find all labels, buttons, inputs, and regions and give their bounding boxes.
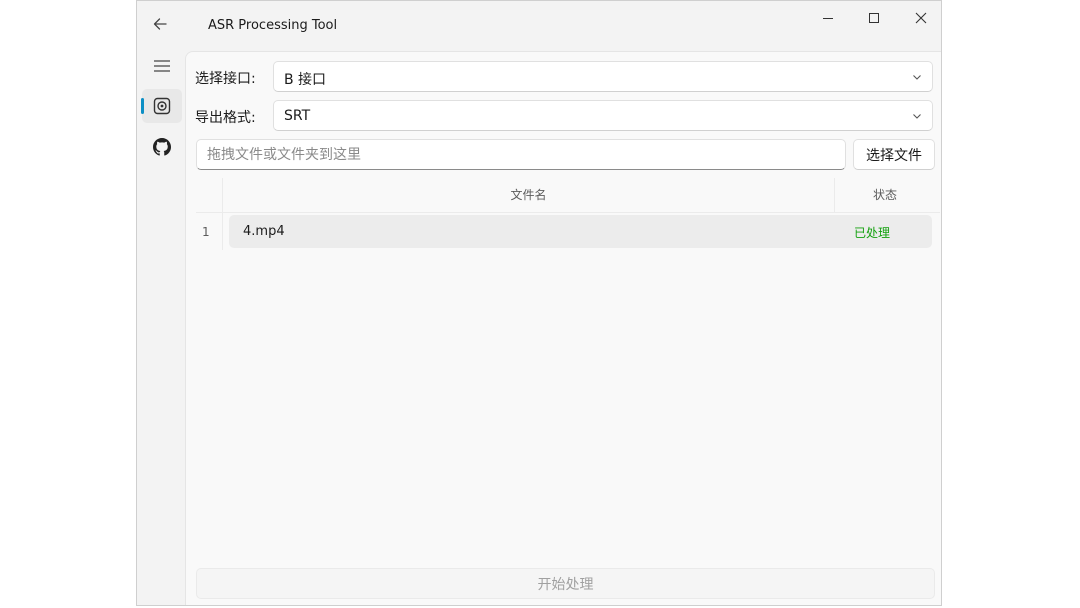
github-icon xyxy=(153,138,171,156)
table-row[interactable]: 4.mp4 已处理 xyxy=(229,215,932,248)
start-processing-button[interactable]: 开始处理 xyxy=(196,568,935,599)
nav-selection-indicator xyxy=(141,98,144,114)
row-index: 1 xyxy=(202,225,210,239)
arrow-left-icon xyxy=(152,16,168,32)
chevron-down-icon xyxy=(912,111,922,121)
format-select[interactable]: SRT xyxy=(273,100,933,131)
format-label: 导出格式: xyxy=(195,110,256,126)
hamburger-menu-icon xyxy=(153,59,171,73)
nav-item-github[interactable] xyxy=(142,130,182,164)
interface-select[interactable]: B 接口 xyxy=(273,61,933,92)
minimize-icon xyxy=(822,12,834,24)
chevron-down-icon xyxy=(912,72,922,82)
nav-menu-toggle[interactable] xyxy=(142,49,182,83)
table-header: 文件名 状态 xyxy=(196,178,940,213)
title-bar: ASR Processing Tool xyxy=(137,1,941,51)
interface-label: 选择接口: xyxy=(195,71,256,87)
cell-status: 已处理 xyxy=(854,226,891,240)
content-panel: 选择接口: B 接口 导出格式: SRT 选择文件 文件名 状态 1 xyxy=(185,51,941,605)
file-table: 文件名 状态 1 4.mp4 已处理 xyxy=(196,178,940,250)
back-button[interactable] xyxy=(147,11,173,37)
close-button[interactable] xyxy=(901,7,941,29)
column-header-status[interactable]: 状态 xyxy=(835,178,935,212)
nav-item-asr[interactable] xyxy=(141,89,182,123)
minimize-button[interactable] xyxy=(808,7,848,29)
app-title: ASR Processing Tool xyxy=(208,18,338,33)
column-header-filename[interactable]: 文件名 xyxy=(223,178,835,212)
app-window: ASR Processing Tool 选择接口: B 接口 导出格式: SRT… xyxy=(136,0,942,606)
cell-filename: 4.mp4 xyxy=(243,224,285,239)
drop-files-input[interactable] xyxy=(196,139,846,170)
interface-select-value: B 接口 xyxy=(284,72,327,88)
choose-file-button[interactable]: 选择文件 xyxy=(853,139,935,170)
maximize-button[interactable] xyxy=(854,7,894,29)
maximize-icon xyxy=(868,12,880,24)
table-corner xyxy=(196,178,223,212)
close-icon xyxy=(915,12,927,24)
format-select-value: SRT xyxy=(284,108,311,124)
disc-icon xyxy=(153,97,171,115)
